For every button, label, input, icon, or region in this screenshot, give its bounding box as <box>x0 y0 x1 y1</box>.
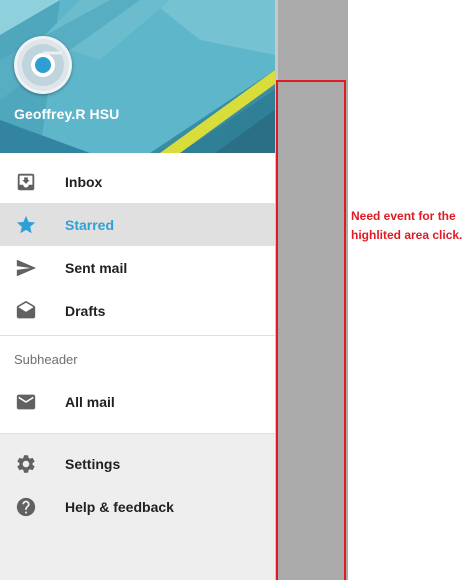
menu-item-label: Sent mail <box>65 259 128 276</box>
menu-item-label: Starred <box>65 216 115 233</box>
menu-item-help-feedback[interactable]: Help & feedback <box>0 485 275 528</box>
menu-item-label: All mail <box>65 393 115 410</box>
chrome-logo-icon <box>17 39 69 91</box>
navigation-drawer: Geoffrey.R HSU Inbox Starred Sent mail D… <box>0 0 275 580</box>
subheader: Subheader <box>0 336 275 380</box>
menu-item-settings[interactable]: Settings <box>0 442 275 485</box>
drawer-footer: Settings Help & feedback <box>0 433 275 580</box>
menu-item-label: Drafts <box>65 302 106 319</box>
inbox-icon <box>17 173 35 191</box>
menu-item-inbox[interactable]: Inbox <box>0 160 275 203</box>
gear-icon <box>17 455 35 473</box>
highlighted-area[interactable] <box>276 80 346 580</box>
menu-item-all-mail[interactable]: All mail <box>0 380 275 423</box>
star-icon <box>16 215 36 234</box>
mail-icon <box>16 394 36 410</box>
menu-item-sent-mail[interactable]: Sent mail <box>0 246 275 289</box>
avatar[interactable] <box>14 36 72 94</box>
user-name: Geoffrey.R HSU <box>14 106 120 122</box>
drafts-icon <box>16 300 36 319</box>
annotation-note: Need event for the highlited area click. <box>351 209 463 242</box>
send-icon <box>16 259 37 277</box>
subheader-label: Subheader <box>14 352 78 367</box>
menu-item-label: Inbox <box>65 173 103 190</box>
menu-item-label: Help & feedback <box>65 498 174 515</box>
divider <box>0 433 275 434</box>
menu-item-starred[interactable]: Starred <box>0 203 275 246</box>
menu-item-label: Settings <box>65 455 121 472</box>
help-icon <box>16 497 36 517</box>
drawer-header: Geoffrey.R HSU <box>0 0 275 153</box>
drawer-menu: Inbox Starred Sent mail Drafts Subheader <box>0 160 275 423</box>
menu-item-drafts[interactable]: Drafts <box>0 289 275 332</box>
